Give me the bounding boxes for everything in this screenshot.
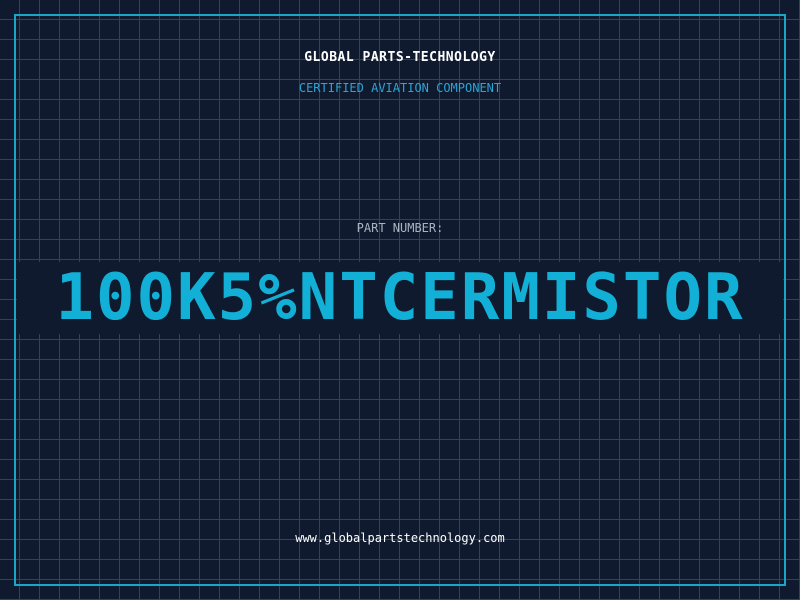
part-number-value: 100K5%NTCERMISTOR [55, 261, 745, 335]
website-url: www.globalpartstechnology.com [295, 531, 505, 545]
certification-subtitle: CERTIFIED AVIATION COMPONENT [298, 81, 502, 95]
part-number-label: PART NUMBER: [356, 221, 444, 235]
company-name: GLOBAL PARTS-TECHNOLOGY [304, 50, 496, 65]
